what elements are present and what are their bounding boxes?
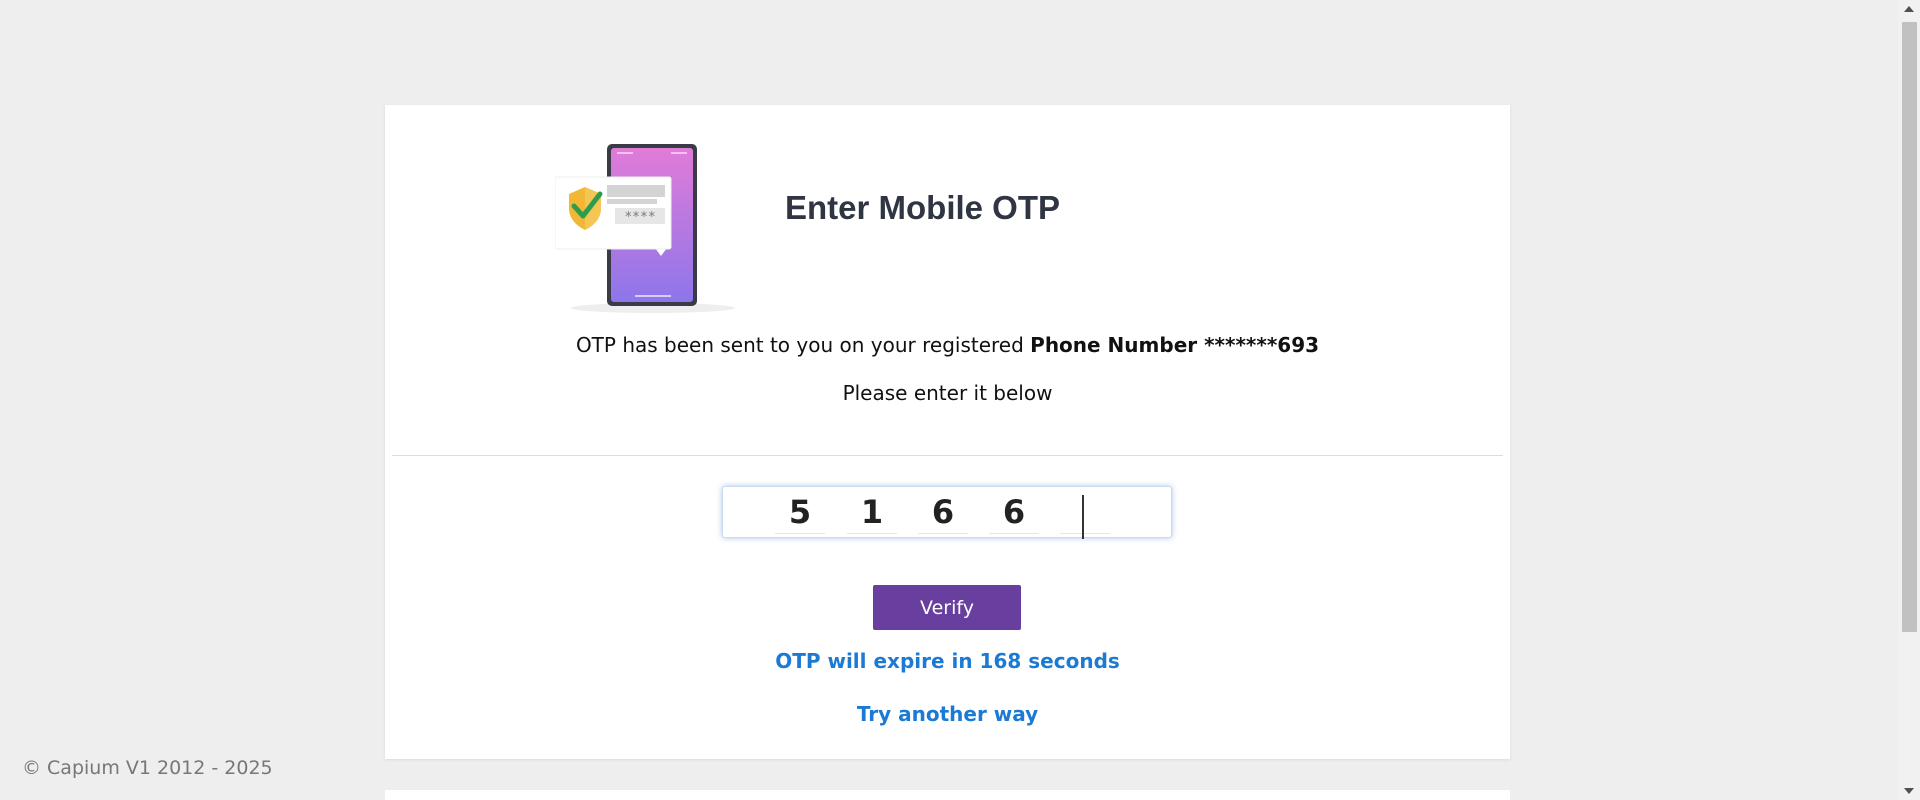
scroll-thumb[interactable] — [1902, 22, 1917, 632]
text-caret — [1082, 495, 1084, 539]
try-another-way-link[interactable]: Try another way — [385, 702, 1510, 726]
otp-digit-2[interactable]: 1 — [847, 491, 897, 534]
phone-shield-otp-icon: **** — [555, 144, 735, 313]
otp-digit-4[interactable]: 6 — [989, 491, 1039, 534]
otp-input-group[interactable]: 5 1 6 6 — [722, 486, 1172, 539]
masked-code-text: **** — [624, 210, 655, 225]
lower-card — [385, 790, 1510, 800]
divider — [392, 455, 1503, 456]
page-title: Enter Mobile OTP — [785, 189, 1061, 226]
scroll-down-arrow-icon[interactable] — [1904, 788, 1914, 794]
otp-expiry-timer: OTP will expire in 168 seconds — [775, 649, 1120, 673]
vertical-scrollbar[interactable] — [1898, 0, 1920, 800]
otp-digit-3[interactable]: 6 — [918, 491, 968, 534]
otp-card: **** Enter Mobile OTP OTP has been sent … — [385, 105, 1510, 759]
enter-below-instruction: Please enter it below — [842, 381, 1053, 405]
verify-button[interactable]: Verify — [873, 585, 1021, 630]
masked-phone-number: Phone Number *******693 — [1030, 333, 1320, 357]
otp-page: **** Enter Mobile OTP OTP has been sent … — [0, 0, 1920, 800]
otp-sent-message: OTP has been sent to you on your registe… — [385, 333, 1510, 357]
otp-sent-prefix: OTP has been sent to you on your registe… — [575, 333, 1031, 357]
otp-digit-1[interactable]: 5 — [775, 491, 825, 534]
copyright-footer: © Capium V1 2012 - 2025 — [22, 757, 273, 779]
scroll-up-arrow-icon[interactable] — [1904, 6, 1914, 12]
otp-digit-5[interactable] — [1060, 491, 1110, 539]
